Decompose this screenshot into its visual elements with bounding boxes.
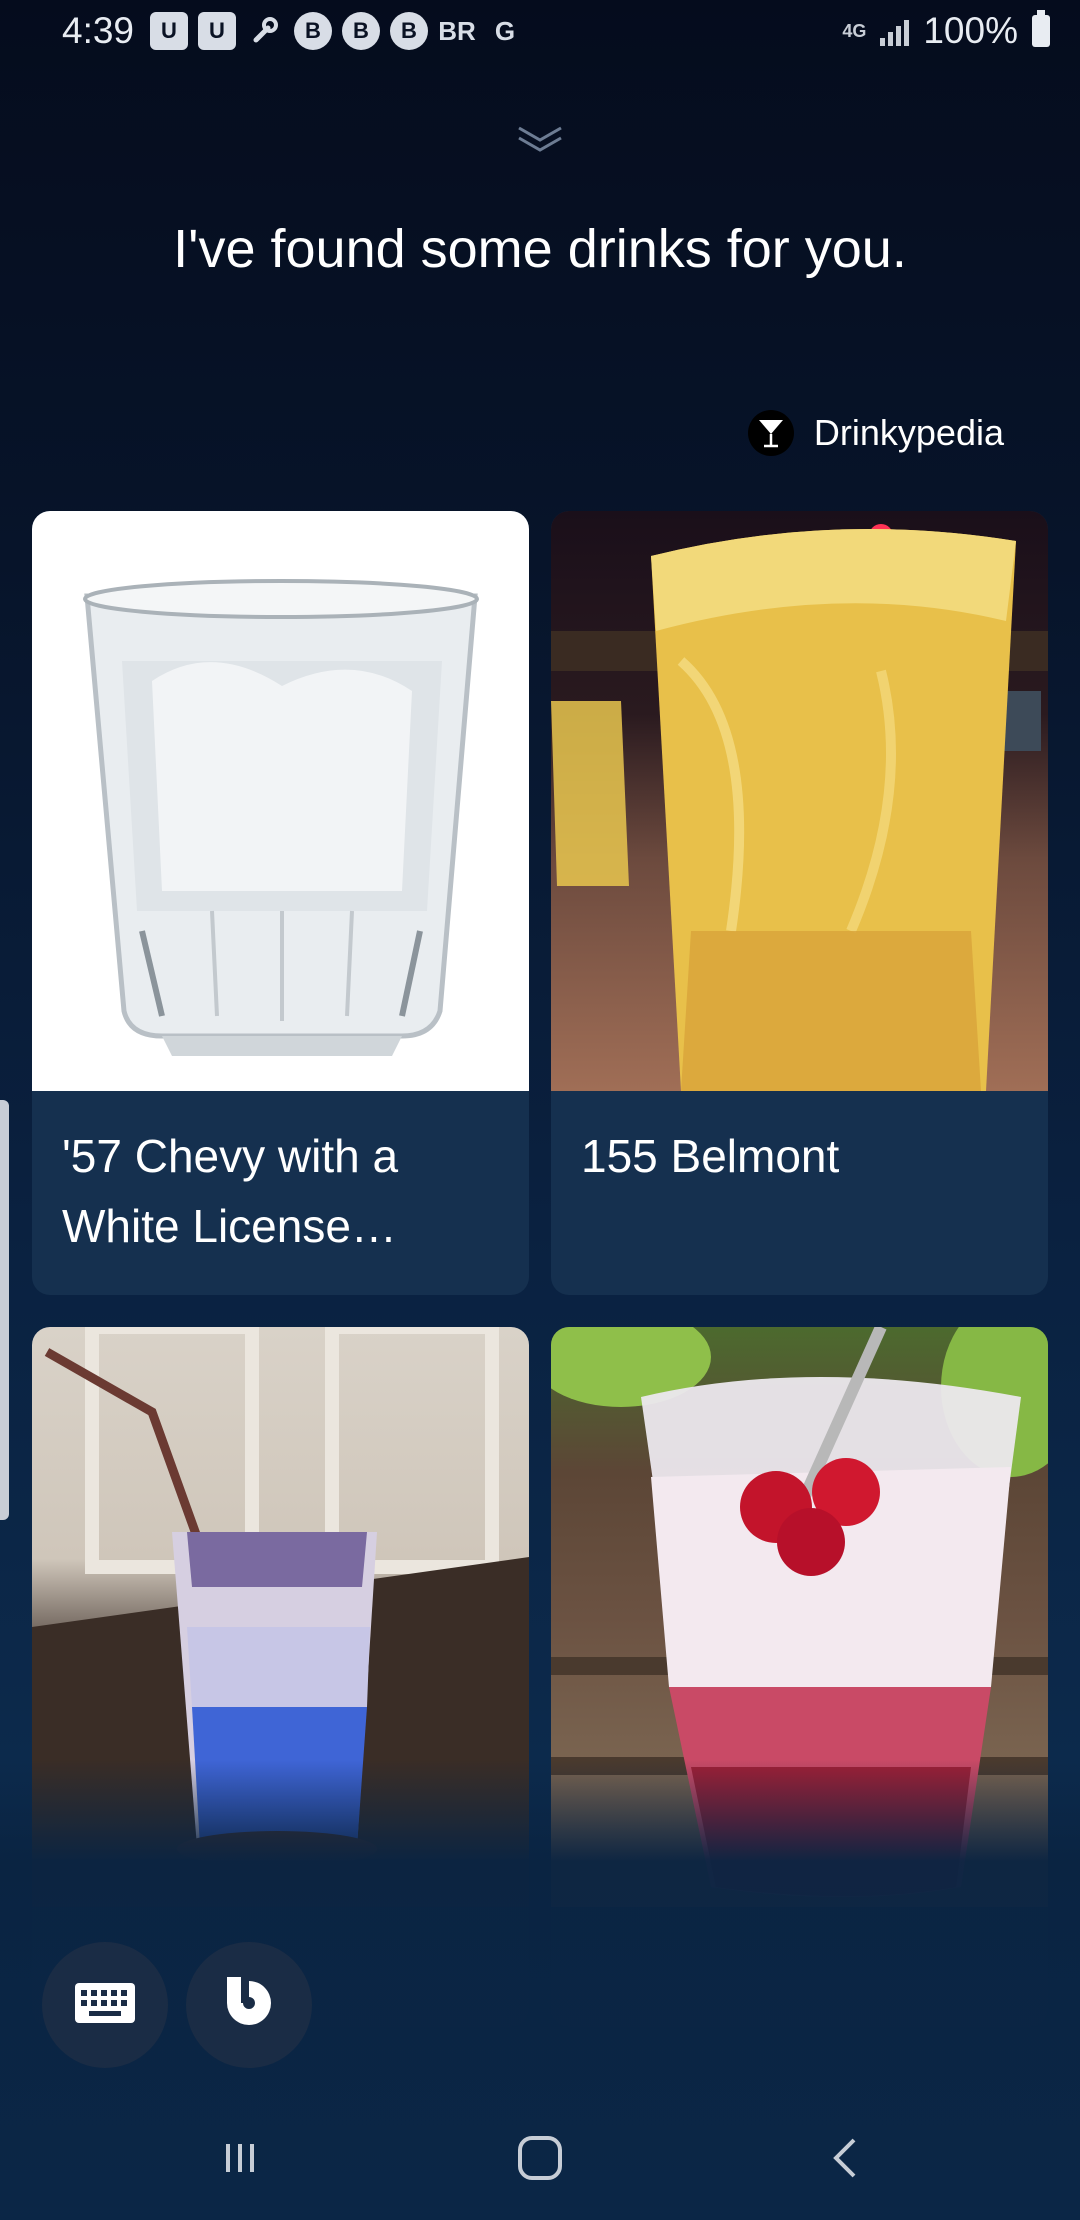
- signal-icon: [880, 16, 910, 46]
- battery-icon: [1032, 10, 1050, 47]
- edge-panel-handle[interactable]: [0, 1100, 9, 1520]
- status-bar: 4:39 U U B B B BR G 4G 100%: [0, 0, 1080, 64]
- navigation-bar: [0, 2100, 1080, 2220]
- source-link[interactable]: Drinkypedia: [747, 410, 1004, 456]
- br-notification-icon: BR: [438, 15, 476, 46]
- martini-icon: [747, 410, 794, 456]
- drink-image: [32, 511, 529, 1091]
- keyboard-icon: [74, 1982, 136, 2029]
- battery-percent: 100%: [923, 10, 1018, 51]
- home-button[interactable]: [500, 2120, 580, 2200]
- network-type: 4G: [842, 21, 867, 41]
- recent-apps-icon: [220, 2138, 260, 2183]
- wrench-icon: [246, 12, 284, 50]
- collapse-chevron-icon[interactable]: [515, 118, 565, 158]
- drink-card[interactable]: 155 Belmont: [551, 511, 1048, 1295]
- b-notification-icon: B: [294, 12, 332, 50]
- status-time: 4:39: [62, 10, 135, 51]
- home-icon: [516, 2134, 564, 2187]
- back-button[interactable]: [806, 2120, 886, 2200]
- g-notification-icon: G: [494, 15, 516, 46]
- notification-icons: U U B B B BR G: [150, 12, 524, 50]
- b-notification-icon: B: [342, 12, 380, 50]
- back-icon: [826, 2134, 866, 2187]
- assistant-message: I've found some drinks for you.: [173, 219, 907, 279]
- keyboard-button[interactable]: [42, 1942, 168, 2068]
- drink-card[interactable]: '57 Chevy with a White License…: [32, 511, 529, 1295]
- bixby-button[interactable]: [186, 1942, 312, 2068]
- drink-name: '57 Chevy with a White License…: [62, 1130, 399, 1252]
- drink-image: [551, 511, 1048, 1091]
- u-notification-icon: U: [150, 12, 188, 50]
- u-notification-icon: U: [198, 12, 236, 50]
- recent-apps-button[interactable]: [200, 2120, 280, 2200]
- drink-name: 155 Belmont: [581, 1130, 840, 1182]
- source-name: Drinkypedia: [813, 412, 1004, 453]
- bixby-icon: [219, 1973, 279, 2038]
- b-notification-icon: B: [390, 12, 428, 50]
- status-right: 4G 100%: [842, 10, 1050, 52]
